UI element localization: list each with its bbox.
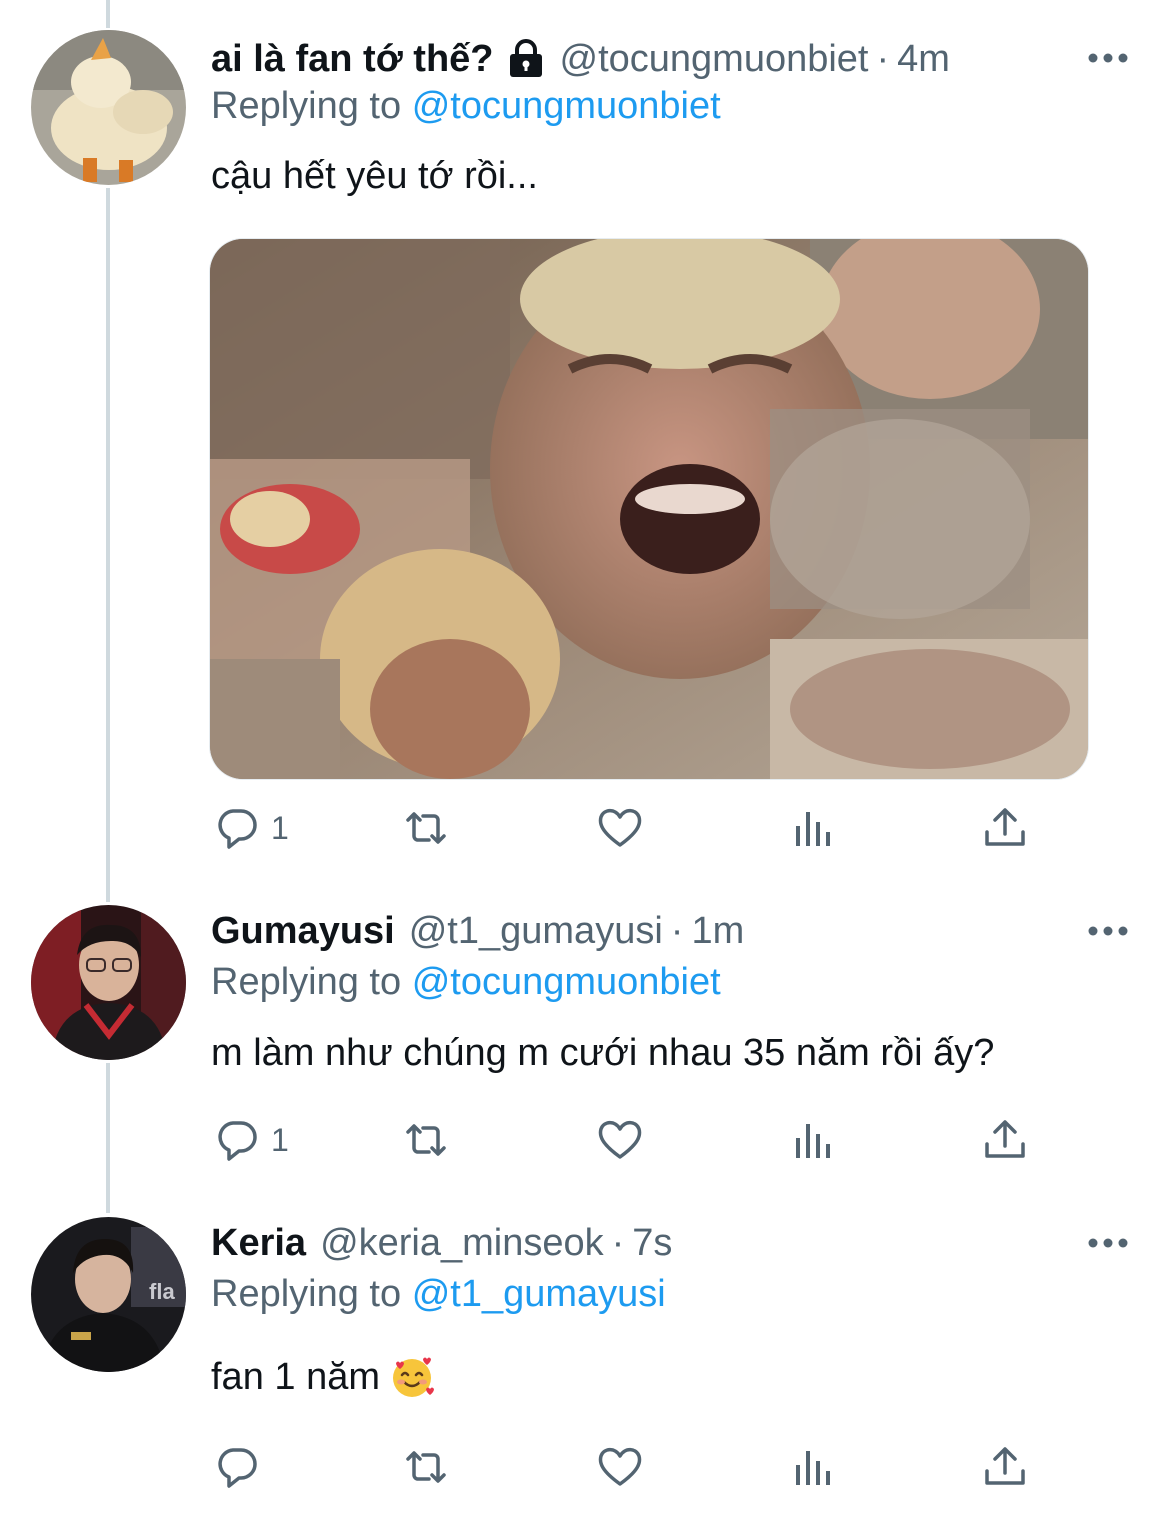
tweet-text: cậu hết yêu tớ rồi... <box>211 155 538 198</box>
thread-line <box>106 0 110 28</box>
more-icon[interactable] <box>1088 925 1128 937</box>
separator: · <box>876 37 890 80</box>
tweet-text: fan 1 năm <box>211 1355 434 1399</box>
person-avatar[interactable] <box>31 905 186 1060</box>
reply-mention-link[interactable]: @tocungmuonbiet <box>412 961 721 1003</box>
handle[interactable]: @keria_minseok <box>320 1222 604 1265</box>
retweet-button[interactable] <box>402 1110 450 1170</box>
tweet-image[interactable] <box>209 238 1089 780</box>
tweet-header: Gumayusi @t1_gumayusi · 1m <box>211 906 744 956</box>
reply-icon <box>218 809 257 849</box>
more-icon[interactable] <box>1088 1237 1128 1249</box>
reply-button[interactable]: 1 <box>213 798 289 858</box>
tweet-actions: 1 <box>0 1110 1170 1170</box>
lock-icon <box>509 39 542 77</box>
handle[interactable]: @tocungmuonbiet <box>560 38 869 81</box>
tweet-text: m làm như chúng m cưới nhau 35 năm rồi ấ… <box>211 1032 994 1075</box>
separator: · <box>611 1221 625 1264</box>
share-icon <box>985 1447 1025 1485</box>
tweet-text-content: fan 1 năm <box>211 1355 380 1398</box>
share-icon <box>985 1120 1025 1158</box>
timestamp[interactable]: 1m <box>691 910 744 953</box>
display-name[interactable]: ai là fan tớ thế? <box>211 38 494 81</box>
tweet-actions <box>0 1437 1170 1497</box>
share-button[interactable] <box>981 1110 1029 1170</box>
reply-mention-link[interactable]: @tocungmuonbiet <box>412 85 721 127</box>
views-icon <box>796 1451 830 1485</box>
views-button[interactable] <box>789 798 837 858</box>
reply-icon <box>218 1448 257 1488</box>
smiling-face-with-hearts-icon <box>393 1357 434 1397</box>
views-button[interactable] <box>789 1437 837 1497</box>
timestamp[interactable]: 7s <box>632 1222 672 1265</box>
person-avatar[interactable]: fla <box>31 1217 186 1372</box>
views-icon <box>796 812 830 846</box>
tweet-text-content: cậu hết yêu tớ rồi... <box>211 155 538 197</box>
retweet-icon <box>406 812 446 844</box>
reply-mention-link[interactable]: @t1_gumayusi <box>412 1273 666 1315</box>
handle[interactable]: @t1_gumayusi <box>409 910 663 953</box>
replying-to: Replying to @tocungmuonbiet <box>211 961 721 1004</box>
tweet-header: Keria @keria_minseok · 7s <box>211 1218 672 1268</box>
like-icon <box>598 1120 642 1159</box>
views-icon <box>796 1124 830 1158</box>
tweet-header: ai là fan tớ thế? @tocungmuonbiet · 4m <box>211 34 950 84</box>
tweet-text-content: m làm như chúng m cưới nhau 35 năm rồi ấ… <box>211 1032 995 1074</box>
share-button[interactable] <box>981 1437 1029 1497</box>
tweet-actions: 1 <box>0 798 1170 858</box>
like-button[interactable] <box>596 1110 644 1170</box>
like-icon <box>598 1447 642 1486</box>
timestamp[interactable]: 4m <box>897 38 950 81</box>
duck-avatar[interactable] <box>31 30 186 185</box>
retweet-icon <box>406 1124 446 1156</box>
reply-button[interactable]: 1 <box>213 1110 289 1170</box>
retweet-icon <box>406 1451 446 1483</box>
replying-to: Replying to @t1_gumayusi <box>211 1273 666 1316</box>
more-icon[interactable] <box>1088 52 1128 64</box>
separator: · <box>670 909 684 952</box>
replying-prefix: Replying to <box>211 1273 402 1315</box>
views-button[interactable] <box>789 1110 837 1170</box>
share-icon <box>985 808 1025 846</box>
reply-button[interactable] <box>213 1437 271 1497</box>
reply-count: 1 <box>271 809 289 846</box>
replying-prefix: Replying to <box>211 85 402 127</box>
like-button[interactable] <box>596 798 644 858</box>
reply-count: 1 <box>271 1121 289 1158</box>
like-icon <box>598 808 642 847</box>
retweet-button[interactable] <box>402 1437 450 1497</box>
thread-line <box>106 188 110 902</box>
display-name[interactable]: Keria <box>211 1222 306 1265</box>
reply-icon <box>218 1121 257 1161</box>
svg-text:fla: fla <box>149 1279 175 1304</box>
replying-to: Replying to @tocungmuonbiet <box>211 85 721 128</box>
display-name[interactable]: Gumayusi <box>211 910 395 953</box>
replying-prefix: Replying to <box>211 961 402 1003</box>
retweet-button[interactable] <box>402 798 450 858</box>
share-button[interactable] <box>981 798 1029 858</box>
like-button[interactable] <box>596 1437 644 1497</box>
